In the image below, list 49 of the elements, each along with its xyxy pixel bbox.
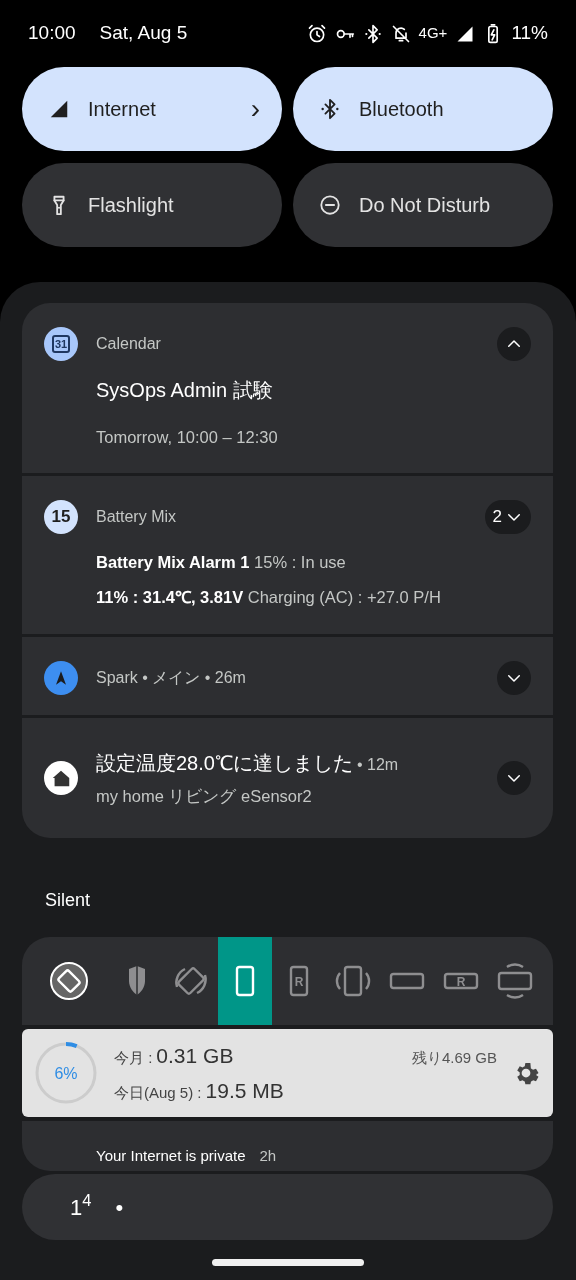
phone-landscape-icon <box>495 961 535 1001</box>
expand-button[interactable] <box>497 327 531 361</box>
notification-card[interactable]: Your Internet is private 2h <box>22 1121 553 1171</box>
rotation-mode-button[interactable]: R <box>272 937 326 1025</box>
bullet: • <box>115 1193 124 1222</box>
notification-time: • 12m <box>356 754 399 775</box>
app-name: Spark • メイン • 26m <box>96 668 247 688</box>
network-type: 4G+ <box>418 23 448 44</box>
notification-title: SysOps Admin 試験 <box>96 378 273 403</box>
expand-button[interactable] <box>497 661 531 695</box>
bluetooth-icon <box>362 23 383 44</box>
notification-card[interactable]: 31 Calendar SysOps Admin 試験 Tomorrow, 10:00 – 12:30 <box>22 303 553 473</box>
notification-text: Tomorrow, 10:00 – 12:30 <box>96 427 279 448</box>
quick-settings-tile[interactable]: Internet › <box>22 67 282 151</box>
do-not-disturb-icon <box>319 194 341 216</box>
quick-settings-tile[interactable]: Flashlight <box>22 163 282 247</box>
usage-label: 今月 : <box>114 1047 153 1068</box>
section-label: Silent <box>44 889 92 912</box>
notification-time: 2h <box>259 1145 277 1166</box>
expand-button[interactable]: 2 <box>484 500 531 534</box>
bar-text: 1$^{4}$ <box>70 1190 92 1222</box>
clock: 10:00 <box>28 21 76 46</box>
quick-settings-tile[interactable]: Bluetooth <box>293 67 553 151</box>
notification-title: 設定温度28.0℃に達しました <box>96 750 353 776</box>
bluetooth-icon <box>319 98 341 120</box>
app-name: Calendar <box>96 334 162 354</box>
usage-percent: 6% <box>53 1064 79 1084</box>
bell-off-icon <box>390 23 411 44</box>
calendar-app-icon: 31 <box>44 327 78 361</box>
rotation-mode-button[interactable]: R <box>434 937 488 1025</box>
date: Sat, Aug 5 <box>99 21 188 46</box>
notification-card[interactable]: Spark • メイン • 26m <box>22 637 553 715</box>
alarm-icon <box>306 23 327 44</box>
notification-card[interactable]: 設定温度28.0℃に達しました • 12m my home リビング eSensor2 <box>22 718 553 838</box>
notification-text: Battery Mix Alarm 1 15% : In use <box>96 552 347 573</box>
quick-settings-tile[interactable]: Do Not Disturb <box>293 163 553 247</box>
usage-value: 19.5 MB <box>205 1078 284 1104</box>
app-icon: 15 <box>44 500 78 534</box>
auto-rotate-icon <box>49 961 89 1001</box>
notification-card[interactable]: 15 Battery Mix Battery Mix Alarm 1 15% : In use 11% : 31.4℃, 3.81V Charging (AC) : +27.0 P/H 2 <box>22 476 553 634</box>
usage-value: 0.31 GB <box>156 1042 234 1069</box>
battery-level: 11% <box>511 21 548 46</box>
notification-title: Your Internet is private <box>96 1145 246 1166</box>
remaining-data: 残り4.69 GB <box>411 1047 497 1068</box>
notification-text: 11% : 31.4℃, 3.81V Charging (AC) : +27.0 P/H <box>96 586 442 608</box>
expand-button[interactable] <box>497 761 531 795</box>
app-name: Battery Mix <box>96 507 177 527</box>
usage-label: 今日(Aug 5) : <box>114 1083 202 1103</box>
notification-text: my home リビング eSensor2 <box>96 785 313 807</box>
